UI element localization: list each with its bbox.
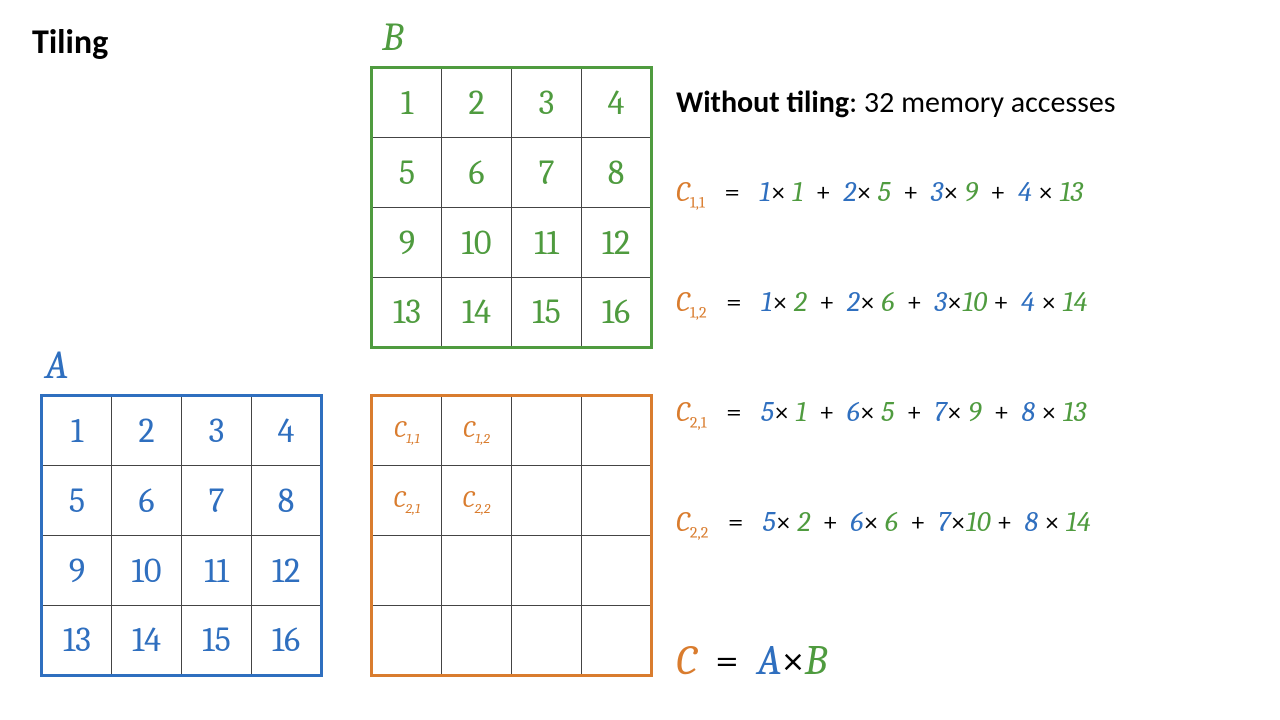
cell: 7	[182, 466, 252, 536]
cell	[442, 606, 512, 676]
cell: 2	[442, 68, 512, 138]
cell: 14	[442, 278, 512, 348]
cell: 1	[372, 68, 442, 138]
cell: 8	[582, 138, 652, 208]
matrix-a-label: A	[45, 342, 68, 388]
cell: 11	[182, 536, 252, 606]
cell: 10	[112, 536, 182, 606]
cell	[512, 396, 582, 466]
cell: 9	[372, 208, 442, 278]
cell: C2,2	[442, 466, 512, 536]
headline-rest: : 32 memory accesses	[849, 84, 1115, 121]
headline-bold: Without tiling	[676, 84, 849, 121]
cell: C1,2	[442, 396, 512, 466]
cell: 1	[42, 396, 112, 466]
cell	[512, 606, 582, 676]
cell: 5	[42, 466, 112, 536]
cell	[582, 536, 652, 606]
cell: 10	[442, 208, 512, 278]
cell: 6	[112, 466, 182, 536]
cell	[582, 396, 652, 466]
cell: 15	[182, 606, 252, 676]
cell: 5	[372, 138, 442, 208]
cell: 4	[252, 396, 322, 466]
cell: 13	[372, 278, 442, 348]
equation-c21: C2,1 = 5× 1 + 6× 5 + 7× 9 + 8 × 13	[676, 396, 1086, 432]
cell: 9	[42, 536, 112, 606]
cell	[582, 606, 652, 676]
matrix-b-label: B	[382, 14, 403, 60]
cell: C2,1	[372, 466, 442, 536]
page-title: Tiling	[32, 22, 108, 63]
cell	[582, 466, 652, 536]
cell: 2	[112, 396, 182, 466]
result-equation: C = A×B	[676, 636, 827, 685]
cell	[372, 606, 442, 676]
cell	[512, 466, 582, 536]
cell: 8	[252, 466, 322, 536]
cell: 3	[512, 68, 582, 138]
cell	[372, 536, 442, 606]
cell: 16	[582, 278, 652, 348]
cell: 4	[582, 68, 652, 138]
cell: C1,1	[372, 396, 442, 466]
cell: 14	[112, 606, 182, 676]
cell: 13	[42, 606, 112, 676]
cell: 16	[252, 606, 322, 676]
cell: 6	[442, 138, 512, 208]
cell: 7	[512, 138, 582, 208]
cell: 12	[582, 208, 652, 278]
matrix-c: C1,1 C1,2 C2,1 C2,2	[370, 394, 653, 677]
cell: 3	[182, 396, 252, 466]
cell: 15	[512, 278, 582, 348]
matrix-a: 1234 5678 9101112 13141516	[40, 394, 323, 677]
cell	[442, 536, 512, 606]
cell: 11	[512, 208, 582, 278]
matrix-b: 1234 5678 9101112 13141516	[370, 66, 653, 349]
cell: 12	[252, 536, 322, 606]
equation-c22: C2,2 = 5× 2 + 6× 6 + 7×10 + 8 × 14	[676, 506, 1091, 542]
equation-c12: C1,2 = 1× 2 + 2× 6 + 3×10 + 4 × 14	[676, 286, 1087, 322]
headline: Without tiling: 32 memory accesses	[676, 84, 1116, 121]
cell	[512, 536, 582, 606]
equation-c11: C1,1 = 1× 1 + 2× 5 + 3× 9 + 4 × 13	[676, 176, 1083, 212]
